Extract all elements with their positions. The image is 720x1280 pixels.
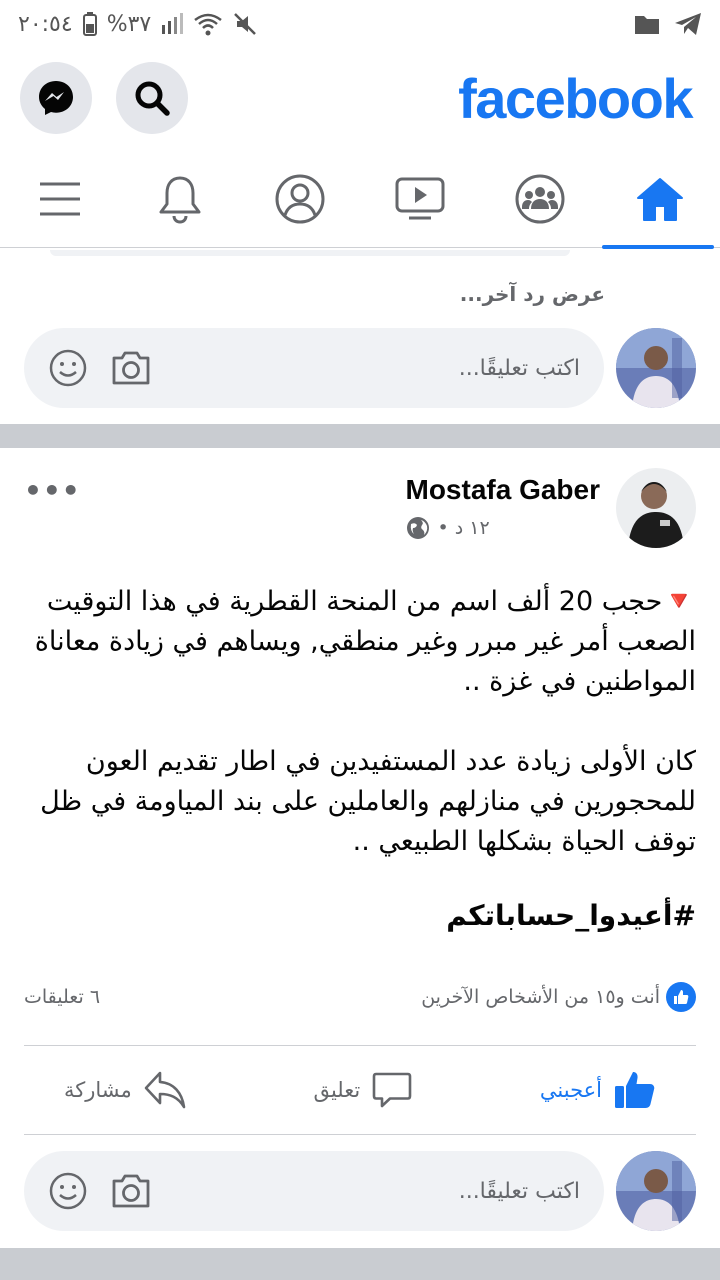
- emoji-icon[interactable]: [48, 1171, 88, 1211]
- tab-home[interactable]: [600, 150, 720, 249]
- user-avatar[interactable]: [616, 328, 696, 408]
- messenger-button[interactable]: [20, 62, 92, 134]
- comment-composer-top: اكتب تعليقًا...: [24, 327, 696, 409]
- post-reactions-summary: أنت و١٥ من الأشخاص الآخرين ٦ تعليقات: [24, 982, 696, 1012]
- bell-icon: [157, 174, 203, 224]
- author-avatar[interactable]: [616, 468, 696, 548]
- tab-groups[interactable]: [480, 150, 600, 248]
- share-button[interactable]: مشاركة: [24, 1071, 226, 1109]
- signal-icon: [161, 13, 184, 35]
- messenger-icon: [37, 79, 75, 117]
- tab-notifications[interactable]: [120, 150, 240, 248]
- camera-icon[interactable]: [110, 1172, 152, 1210]
- home-icon: [635, 176, 685, 222]
- folder-icon: [634, 13, 660, 35]
- video-icon: [395, 177, 445, 221]
- emoji-icon[interactable]: [48, 348, 88, 388]
- divider: [24, 1045, 696, 1046]
- facebook-logo: facebook: [458, 66, 693, 130]
- comment-placeholder: اكتب تعليقًا...: [458, 1178, 580, 1204]
- feed-separator: [0, 424, 720, 448]
- wifi-icon: [193, 12, 223, 36]
- post-options-icon[interactable]: •••: [24, 474, 81, 558]
- like-button[interactable]: أعجبني: [500, 1070, 696, 1110]
- comment-label: تعليق: [313, 1078, 361, 1102]
- search-button[interactable]: [116, 62, 188, 134]
- groups-icon: [514, 173, 566, 225]
- globe-icon: [406, 516, 430, 540]
- likes-summary[interactable]: أنت و١٥ من الأشخاص الآخرين: [421, 982, 696, 1012]
- comment-composer: اكتب تعليقًا...: [24, 1150, 696, 1232]
- battery-percent: %٣٧: [106, 11, 152, 37]
- divider: [24, 1134, 696, 1135]
- post-author-name[interactable]: Mostafa Gaber: [406, 474, 601, 506]
- post-text: 🔻حجب 20 ألف اسم من المنحة القطرية في هذا…: [24, 582, 696, 936]
- tab-watch[interactable]: [360, 150, 480, 248]
- profile-icon: [274, 173, 326, 225]
- user-avatar[interactable]: [616, 1151, 696, 1231]
- tab-profile[interactable]: [240, 150, 360, 248]
- like-label: أعجبني: [539, 1078, 602, 1102]
- post-time[interactable]: ١٢ د •: [438, 517, 490, 539]
- comment-button[interactable]: تعليق: [273, 1071, 452, 1109]
- comment-input[interactable]: اكتب تعليقًا...: [24, 1151, 604, 1231]
- feed-separator: [0, 1248, 720, 1280]
- post-actions: أعجبني تعليق مشاركة: [24, 1060, 696, 1120]
- search-icon: [133, 79, 171, 117]
- camera-icon[interactable]: [110, 349, 152, 387]
- comment-placeholder: اكتب تعليقًا...: [458, 355, 580, 381]
- hamburger-menu-icon: [38, 181, 82, 217]
- view-more-replies-link[interactable]: عرض رد آخر...: [460, 282, 605, 306]
- share-arrow-icon: [144, 1071, 186, 1109]
- post-header: ••• Mostafa Gaber ١٢ د •: [24, 468, 696, 558]
- comment-input-top[interactable]: اكتب تعليقًا...: [24, 328, 604, 408]
- battery-icon: [82, 12, 97, 36]
- mute-icon: [233, 12, 257, 36]
- post-hashtag[interactable]: #أعيدوا_حساباتكم: [24, 896, 696, 936]
- telegram-icon: [674, 12, 702, 36]
- post-paragraph: 🔻حجب 20 ألف اسم من المنحة القطرية في هذا…: [34, 586, 696, 697]
- clock: ٢٠:٥٤: [18, 11, 73, 37]
- main-nav: [0, 150, 720, 249]
- like-badge-icon: [666, 982, 696, 1012]
- previous-comment-edge: [50, 250, 570, 256]
- thumbs-up-icon: [614, 1070, 656, 1110]
- post-paragraph: كان الأولى زيادة عدد المستفيدين في اطار …: [40, 746, 696, 857]
- comments-count[interactable]: ٦ تعليقات: [24, 986, 100, 1008]
- share-label: مشاركة: [64, 1078, 132, 1102]
- status-bar: ٢٠:٥٤ %٣٧: [0, 0, 720, 48]
- comment-bubble-icon: [372, 1071, 412, 1109]
- likes-text: أنت و١٥ من الأشخاص الآخرين: [421, 986, 660, 1008]
- app-header: facebook: [0, 50, 720, 146]
- tab-menu[interactable]: [0, 150, 120, 248]
